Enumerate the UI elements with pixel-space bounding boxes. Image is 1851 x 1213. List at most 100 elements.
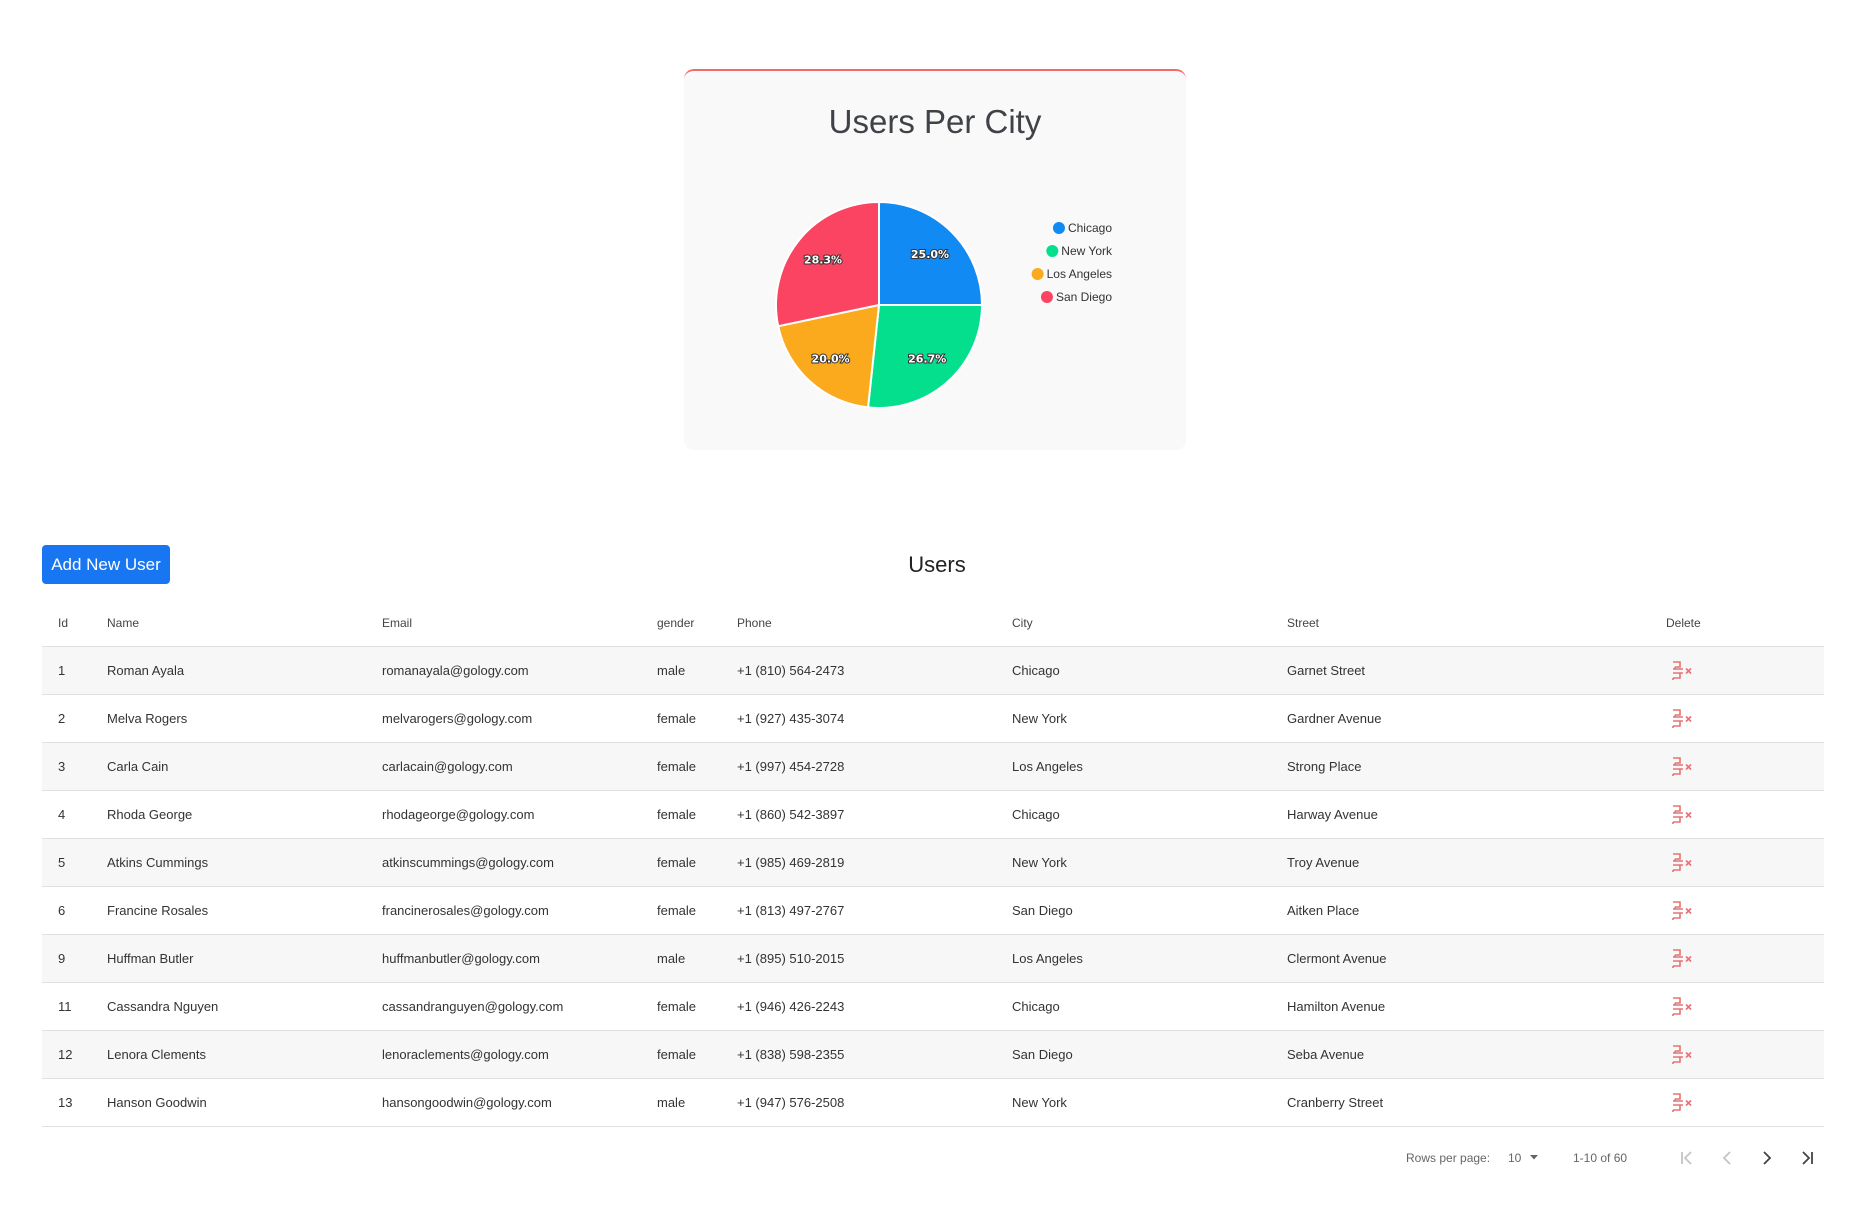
remove-row-icon[interactable] [1670, 706, 1696, 732]
cell-name: Cassandra Nguyen [91, 982, 366, 1031]
cell-gender: female [641, 838, 721, 887]
cell-phone: +1 (946) 426-2243 [721, 982, 996, 1031]
cell-street: Hamilton Avenue [1271, 982, 1650, 1031]
cell-gender: female [641, 886, 721, 935]
cell-gender: female [641, 790, 721, 839]
cell-phone: +1 (985) 469-2819 [721, 838, 996, 887]
remove-row-icon[interactable] [1670, 802, 1696, 828]
column-header-phone[interactable]: Phone [721, 600, 996, 647]
legend-label[interactable]: Los Angeles [1047, 267, 1112, 281]
legend-marker [1052, 222, 1065, 234]
column-header-email[interactable]: Email [366, 600, 641, 647]
cell-street: Gardner Avenue [1271, 694, 1650, 743]
cell-gender: female [641, 742, 721, 791]
table-row[interactable]: 12 Lenora Clements lenoraclements@gology.c… [42, 1030, 1824, 1079]
legend-label[interactable]: New York [1061, 244, 1113, 258]
cell-email: lenoraclements@gology.com [366, 1030, 641, 1079]
previous-page-icon[interactable] [1711, 1142, 1743, 1174]
cell-id: 9 [42, 934, 91, 983]
table-row[interactable]: 6 Francine Rosales francinerosales@gology.… [42, 886, 1824, 935]
table-row[interactable]: 3 Carla Cain carlacain@gology.com female +1 … [42, 742, 1824, 791]
add-new-user-button[interactable]: Add New User [42, 545, 170, 584]
remove-row-icon[interactable] [1670, 994, 1696, 1020]
cell-email: rhodageorge@gology.com [366, 790, 641, 839]
table-row[interactable]: 9 Huffman Butler huffmanbutler@gology.com m… [42, 934, 1824, 983]
remove-row-icon[interactable] [1670, 658, 1696, 684]
cell-email: melvarogers@gology.com [366, 694, 641, 743]
cell-gender: male [641, 934, 721, 983]
cell-delete [1650, 982, 1824, 1031]
table-row[interactable]: 5 Atkins Cummings atkinscummings@gology.co… [42, 838, 1824, 887]
table-row[interactable]: 4 Rhoda George rhodageorge@gology.com femal… [42, 790, 1824, 839]
table-row[interactable]: 1 Roman Ayala romanayala@gology.com male +1 … [42, 646, 1824, 695]
cell-city: Chicago [996, 790, 1271, 839]
legend-label[interactable]: San Diego [1056, 290, 1112, 304]
column-header-id[interactable]: Id [42, 600, 91, 647]
cell-street: Troy Avenue [1271, 838, 1650, 887]
first-page-icon[interactable] [1671, 1142, 1703, 1174]
cell-city: San Diego [996, 1030, 1271, 1079]
pagination: Rows per page: 10 1-10 of 60 [1380, 1140, 1824, 1176]
cell-gender: male [641, 1078, 721, 1127]
table-row[interactable]: 11 Cassandra Nguyen cassandranguyen@gology… [42, 982, 1824, 1031]
cell-delete [1650, 694, 1824, 743]
cell-id: 12 [42, 1030, 91, 1079]
table-header-row: Id Name Email gender Phone City Street D… [42, 600, 1824, 647]
rows-per-page-label: Rows per page: [1406, 1151, 1491, 1165]
cell-gender: female [641, 694, 721, 743]
dropdown-arrow-icon[interactable] [1527, 1150, 1541, 1164]
rows-per-page-select[interactable]: 10 [1508, 1151, 1521, 1165]
cell-city: Chicago [996, 982, 1271, 1031]
cell-phone: +1 (810) 564-2473 [721, 646, 996, 695]
cell-id: 13 [42, 1078, 91, 1127]
cell-id: 1 [42, 646, 91, 695]
column-header-street[interactable]: Street [1271, 600, 1650, 647]
cell-phone: +1 (997) 454-2728 [721, 742, 996, 791]
cell-id: 11 [42, 982, 91, 1031]
cell-city: New York [996, 838, 1271, 887]
column-header-city[interactable]: City [996, 600, 1271, 647]
legend-label[interactable]: Chicago [1068, 221, 1112, 235]
cell-phone: +1 (947) 576-2508 [721, 1078, 996, 1127]
cell-city: San Diego [996, 886, 1271, 935]
cell-delete [1650, 838, 1824, 887]
cell-name: Francine Rosales [91, 886, 366, 935]
cell-street: Aitken Place [1271, 886, 1650, 935]
legend-marker [1046, 245, 1059, 257]
cell-phone: +1 (860) 542-3897 [721, 790, 996, 839]
next-page-icon[interactable] [1751, 1142, 1783, 1174]
cell-city: New York [996, 1078, 1271, 1127]
cell-gender: female [641, 982, 721, 1031]
column-header-delete: Delete [1650, 600, 1824, 647]
remove-row-icon[interactable] [1670, 898, 1696, 924]
cell-email: romanayala@gology.com [366, 646, 641, 695]
cell-delete [1650, 790, 1824, 839]
remove-row-icon[interactable] [1670, 1042, 1696, 1068]
cell-phone: +1 (813) 497-2767 [721, 886, 996, 935]
cell-name: Roman Ayala [91, 646, 366, 695]
table-row[interactable]: 13 Hanson Goodwin hansongoodwin@gology.com… [42, 1078, 1824, 1127]
cell-street: Cranberry Street [1271, 1078, 1650, 1127]
cell-street: Garnet Street [1271, 646, 1650, 695]
cell-name: Rhoda George [91, 790, 366, 839]
cell-delete [1650, 886, 1824, 935]
cell-name: Huffman Butler [91, 934, 366, 983]
cell-city: Los Angeles [996, 742, 1271, 791]
cell-name: Melva Rogers [91, 694, 366, 743]
cell-city: Los Angeles [996, 934, 1271, 983]
remove-row-icon[interactable] [1670, 754, 1696, 780]
cell-name: Lenora Clements [91, 1030, 366, 1079]
column-header-gender[interactable]: gender [641, 600, 721, 647]
cell-email: francinerosales@gology.com [366, 886, 641, 935]
legend-marker [1031, 268, 1044, 280]
last-page-icon[interactable] [1791, 1142, 1823, 1174]
cell-name: Hanson Goodwin [91, 1078, 366, 1127]
users-table: Id Name Email gender Phone City Street D… [42, 600, 1824, 1127]
table-row[interactable]: 2 Melva Rogers melvarogers@gology.com femal… [42, 694, 1824, 743]
remove-row-icon[interactable] [1670, 850, 1696, 876]
column-header-name[interactable]: Name [91, 600, 366, 647]
cell-street: Harway Avenue [1271, 790, 1650, 839]
remove-row-icon[interactable] [1670, 946, 1696, 972]
remove-row-icon[interactable] [1670, 1090, 1696, 1116]
legend-marker [1040, 291, 1053, 303]
